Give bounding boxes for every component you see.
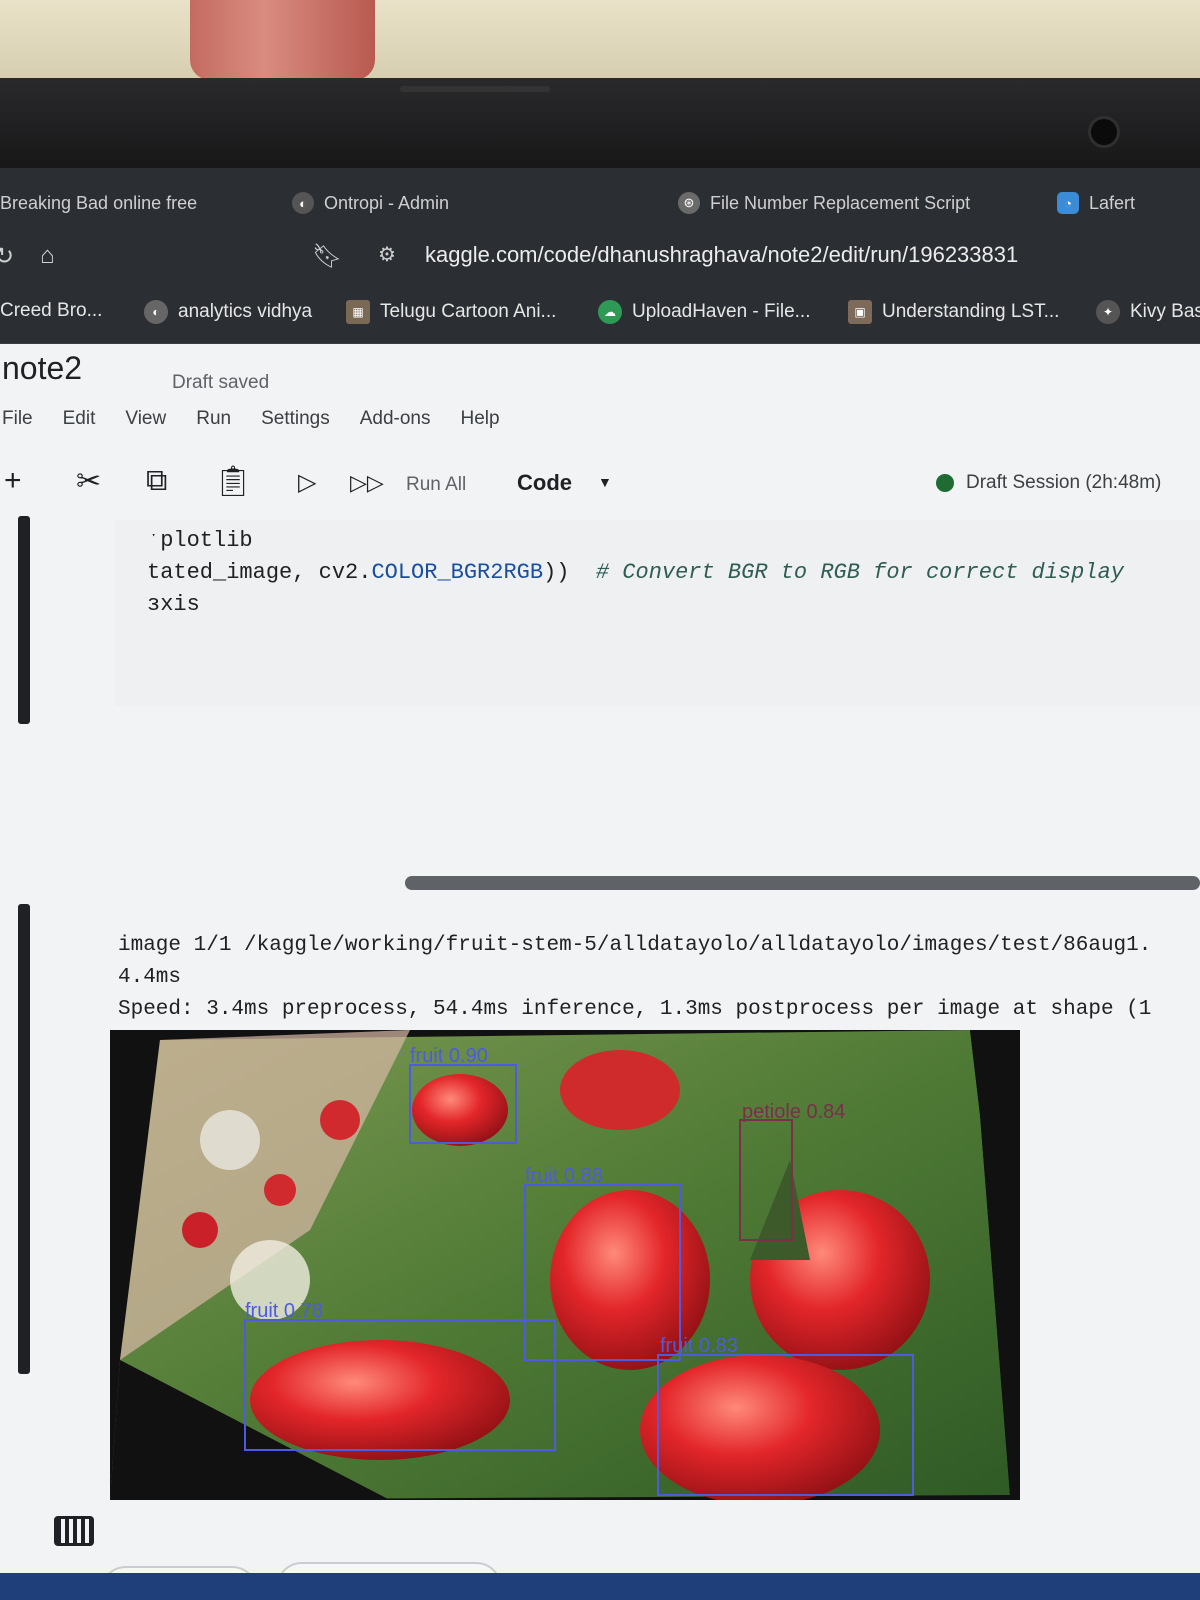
small-tomato (320, 1100, 360, 1140)
small-tomato (182, 1212, 218, 1248)
tomato (250, 1340, 510, 1460)
url-field[interactable]: kaggle.com/code/dhanushraghava/note2/edi… (425, 242, 1018, 268)
detection-label: fruit 0.83 (660, 1335, 738, 1357)
save-status: Draft saved (172, 372, 270, 393)
address-bar: ↻ ⌂ 🔖︎ ⚙ kaggle.com/code/dhanushraghava/… (0, 228, 1200, 284)
bookmark-analytics-vidhya[interactable]: ◐ analytics vidhya (144, 300, 312, 324)
detection-svg: fruit 0.90 petiole 0.84 fruit 0.88 fruit… (110, 1030, 1020, 1500)
bookmark-label: Understanding LST... (882, 301, 1060, 322)
bookmark-telugu-cartoon[interactable]: ▦ Telugu Cartoon Ani... (346, 300, 556, 324)
site-icon: ◔ (1057, 192, 1079, 214)
curtain (190, 0, 375, 80)
output-line: image 1/1 /kaggle/working/fruit-stem-5/a… (118, 934, 1152, 957)
tab-label: Ontropi - Admin (324, 192, 450, 213)
webcam (1088, 116, 1120, 148)
site-settings-icon[interactable]: ⚙ (378, 242, 396, 267)
keyboard-icon[interactable] (54, 1516, 94, 1546)
bezel-notch (400, 86, 550, 92)
code-keyword: COLOR_BGR2RGB (371, 560, 544, 585)
menu-help[interactable]: Help (461, 408, 500, 430)
tab-label: Lafert (1089, 192, 1136, 213)
code-line: ˑplotlib (147, 528, 253, 553)
kaggle-editor: note2 Draft saved File Edit View Run Set… (0, 344, 1200, 1600)
tab-label: Breaking Bad online free (0, 192, 198, 213)
add-cell-icon[interactable]: + (4, 464, 22, 498)
horizontal-scrollbar[interactable] (405, 876, 1200, 890)
detection-label: fruit 0.88 (525, 1165, 603, 1187)
menu-file[interactable]: File (2, 408, 33, 430)
flower (200, 1110, 260, 1170)
bookmark-label: UploadHaven - File... (632, 301, 811, 322)
laptop-bezel (0, 78, 1200, 170)
bookmark-label: analytics vidhya (178, 301, 313, 322)
cloud-icon: ☁ (598, 300, 622, 324)
tomato (412, 1074, 508, 1146)
menu-bar: File Edit View Run Settings Add-ons Help (2, 408, 500, 430)
cut-icon[interactable]: ✂ (76, 464, 101, 499)
bookmark-creed[interactable]: Creed Bro... (0, 300, 102, 322)
bookmark-understanding-lstm[interactable]: ▣ Understanding LST... (848, 300, 1059, 324)
home-icon[interactable]: ⌂ (40, 242, 55, 270)
detection-label: petiole 0.84 (742, 1101, 845, 1123)
menu-view[interactable]: View (125, 408, 166, 430)
bookmark-label: Telugu Cartoon Ani... (380, 301, 557, 322)
background-room (0, 0, 1200, 80)
site-icon: ▣ (848, 300, 872, 324)
bookmark-label: Kivy Basi (1130, 301, 1200, 322)
tab-label: File Number Replacement Script (710, 192, 971, 213)
detection-label: fruit 0.90 (410, 1045, 488, 1067)
session-status[interactable]: Draft Session (2h:48m) (936, 472, 1161, 494)
code-line: ɜxis (147, 592, 200, 617)
output-line: Speed: 3.4ms preprocess, 54.4ms inferenc… (118, 998, 1152, 1021)
run-cell-icon[interactable]: ▷ (298, 468, 316, 497)
run-all-button[interactable]: Run All (406, 474, 466, 496)
detection-output-image: fruit 0.90 petiole 0.84 fruit 0.88 fruit… (110, 1030, 1020, 1500)
menu-settings[interactable]: Settings (261, 408, 330, 430)
bookmark-kivy[interactable]: ✦ Kivy Basi (1096, 300, 1200, 324)
chatgpt-icon: ⊛ (678, 192, 700, 214)
menu-addons[interactable]: Add-ons (360, 408, 431, 430)
site-icon: ▦ (346, 300, 370, 324)
taskbar (0, 1573, 1200, 1600)
menu-run[interactable]: Run (196, 408, 231, 430)
tab-file-number-script[interactable]: ⊛ File Number Replacement Script (678, 188, 970, 218)
reload-icon[interactable]: ↻ (0, 242, 14, 271)
code-text: tated_image, cv2. (147, 560, 372, 585)
paste-icon[interactable]: 📋︎ (214, 464, 252, 499)
globe-icon: ◐ (144, 300, 168, 324)
bookmarks-bar: Creed Bro... ◐ analytics vidhya ▦ Telugu… (0, 284, 1200, 344)
bookmark-label: Creed Bro... (0, 300, 103, 321)
menu-edit[interactable]: Edit (63, 408, 96, 430)
session-label: Draft Session (2h:48m) (966, 472, 1162, 493)
notebook-title[interactable]: note2 (2, 350, 82, 387)
code-cell[interactable]: ˑplotlib tated_image, cv2.COLOR_BGR2RGB)… (115, 520, 1200, 706)
chevron-down-icon[interactable]: ▼ (598, 474, 612, 490)
detection-label: fruit 0.78 (245, 1300, 323, 1322)
tab-ontropi[interactable]: ◐ Ontropi - Admin (292, 188, 449, 218)
tab-lafert[interactable]: ◔ Lafert (1057, 188, 1135, 218)
code-comment: # Convert BGR to RGB for correct display (595, 560, 1124, 585)
cell-selection-bar (18, 516, 30, 724)
small-tomato (264, 1174, 296, 1206)
output-cell-bar (18, 904, 30, 1374)
browser-tab-strip: Breaking Bad online free ◐ Ontropi - Adm… (0, 168, 1200, 228)
notebook-toolbar: + ✂ ⧉ 📋︎ ▷ ▷▷ Run All Code ▼ Draft Sessi… (0, 454, 1200, 512)
cell-type-select[interactable]: Code (517, 470, 572, 496)
bookmark-icon[interactable]: 🔖︎ (312, 242, 342, 271)
copy-icon[interactable]: ⧉ (146, 464, 167, 498)
tab-breaking-bad[interactable]: Breaking Bad online free (0, 188, 197, 218)
screen: Breaking Bad online free ◐ Ontropi - Adm… (0, 168, 1200, 1600)
bookmark-uploadhaven[interactable]: ☁ UploadHaven - File... (598, 300, 810, 324)
code-text: )) (543, 560, 570, 585)
tomato (560, 1050, 680, 1130)
tomato (640, 1355, 880, 1500)
session-status-dot (936, 474, 954, 492)
run-all-icon[interactable]: ▷▷ (350, 470, 384, 496)
kivy-icon: ✦ (1096, 300, 1120, 324)
output-line: 4.4ms (118, 966, 182, 989)
globe-icon: ◐ (292, 192, 314, 214)
code-line: tated_image, cv2.COLOR_BGR2RGB)) # Conve… (147, 560, 1124, 585)
